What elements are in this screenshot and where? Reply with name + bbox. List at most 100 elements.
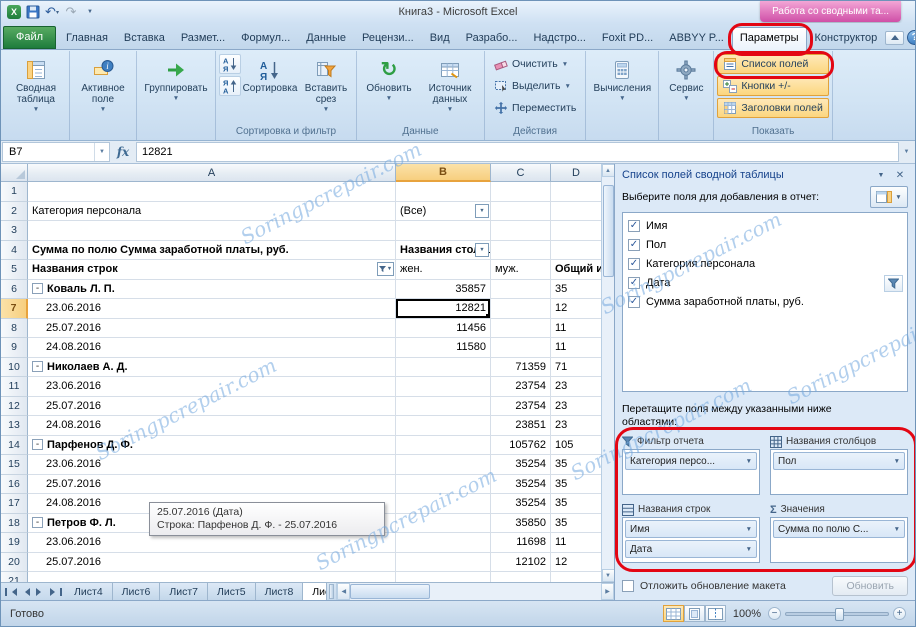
collapse-button[interactable]: - [32, 283, 43, 294]
sheet-tab-Лист5[interactable]: Лист5 [208, 583, 256, 600]
cell-A9[interactable]: 24.08.2016 [28, 338, 396, 358]
cell-C3[interactable] [491, 221, 551, 241]
last-sheet-button[interactable] [49, 585, 62, 598]
cell-dropdown-button[interactable]: ▼ [475, 243, 489, 257]
cell-C11[interactable]: 23754 [491, 377, 551, 397]
scroll-up-arrow[interactable]: ▲ [602, 164, 615, 177]
redo-button[interactable]: ↷ [63, 4, 79, 20]
cell-B11[interactable] [396, 377, 491, 397]
cell-A21[interactable] [28, 572, 396, 582]
cell-B10[interactable] [396, 358, 491, 378]
row-header-17[interactable]: 17 [1, 494, 28, 514]
active-field-button[interactable]: i Активноеполе ▼ [73, 52, 133, 125]
row-header-12[interactable]: 12 [1, 397, 28, 417]
cell-B15[interactable] [396, 455, 491, 475]
qat-customize-button[interactable]: ▼ [82, 4, 98, 20]
field-item-Сумма заработной платы, руб.[interactable]: ✓Сумма заработной платы, руб. [625, 292, 905, 311]
cell-A12[interactable]: 25.07.2016 [28, 397, 396, 417]
cell-C6[interactable] [491, 280, 551, 300]
cell-D16[interactable]: 35 [551, 475, 601, 495]
row-header-9[interactable]: 9 [1, 338, 28, 358]
cell-C10[interactable]: 71359 [491, 358, 551, 378]
cell-B16[interactable] [396, 475, 491, 495]
cell-D17[interactable]: 35 [551, 494, 601, 514]
scroll-left-arrow[interactable]: ◀ [337, 583, 350, 600]
tab-data[interactable]: Данные [298, 27, 354, 49]
cell-D5[interactable]: Общий и [551, 260, 601, 280]
cell-D20[interactable]: 12 [551, 553, 601, 573]
cell-C5[interactable]: муж. [491, 260, 551, 280]
tab-abbyy[interactable]: ABBYY P... [661, 27, 732, 49]
next-sheet-button[interactable] [34, 585, 47, 598]
cell-D7[interactable]: 12 [551, 299, 601, 319]
zoom-out-button[interactable]: − [768, 607, 781, 620]
sheet-tab-Лист4[interactable]: Лист4 [65, 583, 113, 600]
clear-button[interactable]: Очистить▼ [488, 54, 582, 74]
cell-C14[interactable]: 105762 [491, 436, 551, 456]
area-columns-dropzone[interactable]: Пол▼ [770, 449, 908, 495]
first-sheet-button[interactable] [4, 585, 17, 598]
move-pivottable-button[interactable]: Переместить [488, 98, 582, 118]
collapse-button[interactable]: - [32, 361, 43, 372]
cell-A14[interactable]: -Парфенов Д. Ф. [28, 436, 396, 456]
normal-view-button[interactable] [663, 605, 684, 622]
row-header-7[interactable]: 7 [1, 299, 28, 319]
column-header-B[interactable]: B [396, 164, 491, 182]
sheet-tab-Лист6[interactable]: Лист6 [113, 583, 161, 600]
tab-page-layout[interactable]: Размет... [173, 27, 233, 49]
cell-C13[interactable]: 23851 [491, 416, 551, 436]
prev-sheet-button[interactable] [19, 585, 32, 598]
help-button[interactable]: ? [907, 30, 916, 45]
cell-B7[interactable]: 12821 [396, 299, 491, 319]
cell-D4[interactable] [551, 241, 601, 261]
cell-B4[interactable]: Названия столбцов▼ [396, 241, 491, 261]
cell-A3[interactable] [28, 221, 396, 241]
name-box[interactable]: B7 ▼ [2, 142, 110, 162]
cell-D9[interactable]: 11 [551, 338, 601, 358]
select-all-corner[interactable] [1, 164, 28, 182]
cell-C12[interactable]: 23754 [491, 397, 551, 417]
cell-A10[interactable]: -Николаев А. Д. [28, 358, 396, 378]
row-header-20[interactable]: 20 [1, 553, 28, 573]
cell-D15[interactable]: 35 [551, 455, 601, 475]
zoom-level[interactable]: 100% [733, 608, 761, 620]
cell-B5[interactable]: жен. [396, 260, 491, 280]
row-header-4[interactable]: 4 [1, 241, 28, 261]
cell-D21[interactable] [551, 572, 601, 582]
cell-A8[interactable]: 25.07.2016 [28, 319, 396, 339]
tab-split-handle[interactable] [329, 584, 334, 599]
tab-view[interactable]: Вид [422, 27, 458, 49]
cell-A20[interactable]: 25.07.2016 [28, 553, 396, 573]
sheet-tab-Лист7[interactable]: Лист7 [160, 583, 208, 600]
sort-button[interactable]: АЯ Сортировка [242, 52, 298, 125]
cell-B6[interactable]: 35857 [396, 280, 491, 300]
close-icon[interactable]: ✕ [892, 168, 908, 182]
cell-C8[interactable] [491, 319, 551, 339]
cell-D19[interactable]: 11 [551, 533, 601, 553]
cell-C4[interactable] [491, 241, 551, 261]
row-header-18[interactable]: 18 [1, 514, 28, 534]
pane-layout-button[interactable]: ▼ [870, 186, 908, 208]
row-header-3[interactable]: 3 [1, 221, 28, 241]
change-data-source-button[interactable]: Источникданных ▼ [419, 52, 481, 125]
update-button[interactable]: Обновить [832, 576, 908, 596]
zoom-track[interactable] [785, 612, 889, 616]
excel-app-icon[interactable]: X [6, 4, 22, 20]
cell-C17[interactable]: 35254 [491, 494, 551, 514]
cell-C20[interactable]: 12102 [491, 553, 551, 573]
tab-foxit[interactable]: Foxit PD... [594, 27, 661, 49]
cell-D13[interactable]: 23 [551, 416, 601, 436]
field-item-Пол[interactable]: ✓Пол [625, 235, 905, 254]
area-field-chip[interactable]: Дата▼ [625, 540, 757, 558]
field-checkbox[interactable]: ✓ [628, 258, 640, 270]
cell-B12[interactable] [396, 397, 491, 417]
cell-A11[interactable]: 23.06.2016 [28, 377, 396, 397]
cell-A7[interactable]: 23.06.2016 [28, 299, 396, 319]
field-checkbox[interactable]: ✓ [628, 296, 640, 308]
cell-A4[interactable]: Сумма по полю Сумма заработной платы, ру… [28, 241, 396, 261]
row-header-14[interactable]: 14 [1, 436, 28, 456]
cell-D2[interactable] [551, 202, 601, 222]
sort-descending-button[interactable]: ЯА [219, 76, 241, 96]
cell-C9[interactable] [491, 338, 551, 358]
cell-A2[interactable]: Категория персонала [28, 202, 396, 222]
